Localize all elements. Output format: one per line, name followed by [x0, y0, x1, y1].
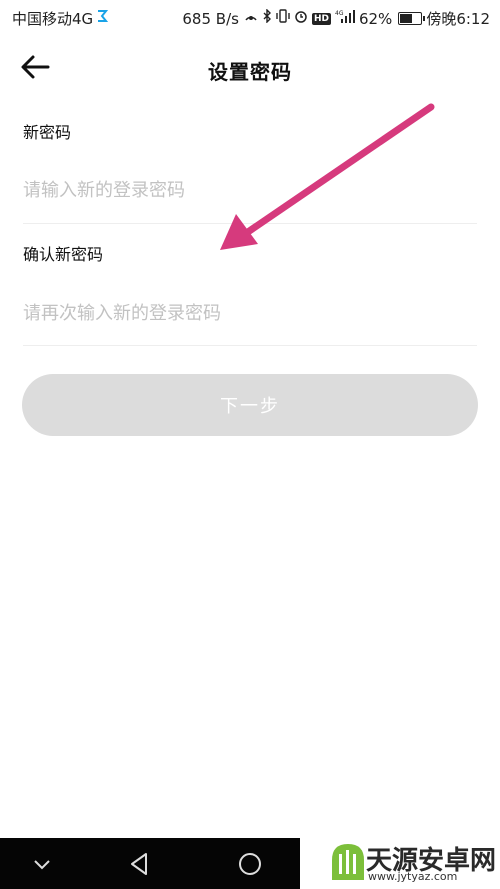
carrier-text: 中国移动4G — [12, 10, 94, 28]
svg-text:4G: 4G — [335, 10, 344, 17]
divider — [23, 345, 477, 346]
confirm-password-input[interactable] — [23, 290, 477, 336]
next-step-button[interactable]: 下一步 — [22, 374, 478, 436]
signal-icon: 4G — [335, 9, 355, 28]
battery-percent-text: 62% — [358, 9, 393, 28]
network-speed-text: 685 B/s — [182, 9, 239, 28]
alarm-icon — [294, 9, 308, 28]
page-title: 设置密码 — [208, 60, 292, 84]
new-password-input[interactable] — [23, 167, 477, 213]
nav-back-button[interactable] — [121, 846, 157, 882]
battery-icon — [398, 12, 426, 25]
confirm-password-label: 确认新密码 — [23, 245, 104, 264]
app-header: 设置密码 — [0, 36, 500, 102]
bluetooth-icon — [263, 8, 272, 28]
triangle-back-icon — [131, 853, 147, 875]
chevron-down-icon — [34, 860, 50, 870]
app-notification-icon — [96, 9, 109, 28]
divider — [23, 223, 477, 224]
status-bar: 中国移动4G 685 B/s HD 4G 62% 傍晚6:12 — [0, 0, 500, 36]
watermark-url: www.jytyaz.com — [368, 870, 458, 883]
nav-home-button[interactable] — [232, 846, 268, 882]
nav-collapse-button[interactable] — [24, 846, 60, 882]
new-password-label: 新密码 — [23, 123, 72, 142]
circle-home-icon — [239, 853, 261, 875]
hotspot-icon — [243, 9, 259, 28]
vibrate-icon — [276, 9, 290, 28]
clock-text: 傍晚6:12 — [426, 10, 490, 28]
annotation-arrow-icon — [220, 103, 435, 250]
hd-badge: HD — [311, 12, 331, 25]
